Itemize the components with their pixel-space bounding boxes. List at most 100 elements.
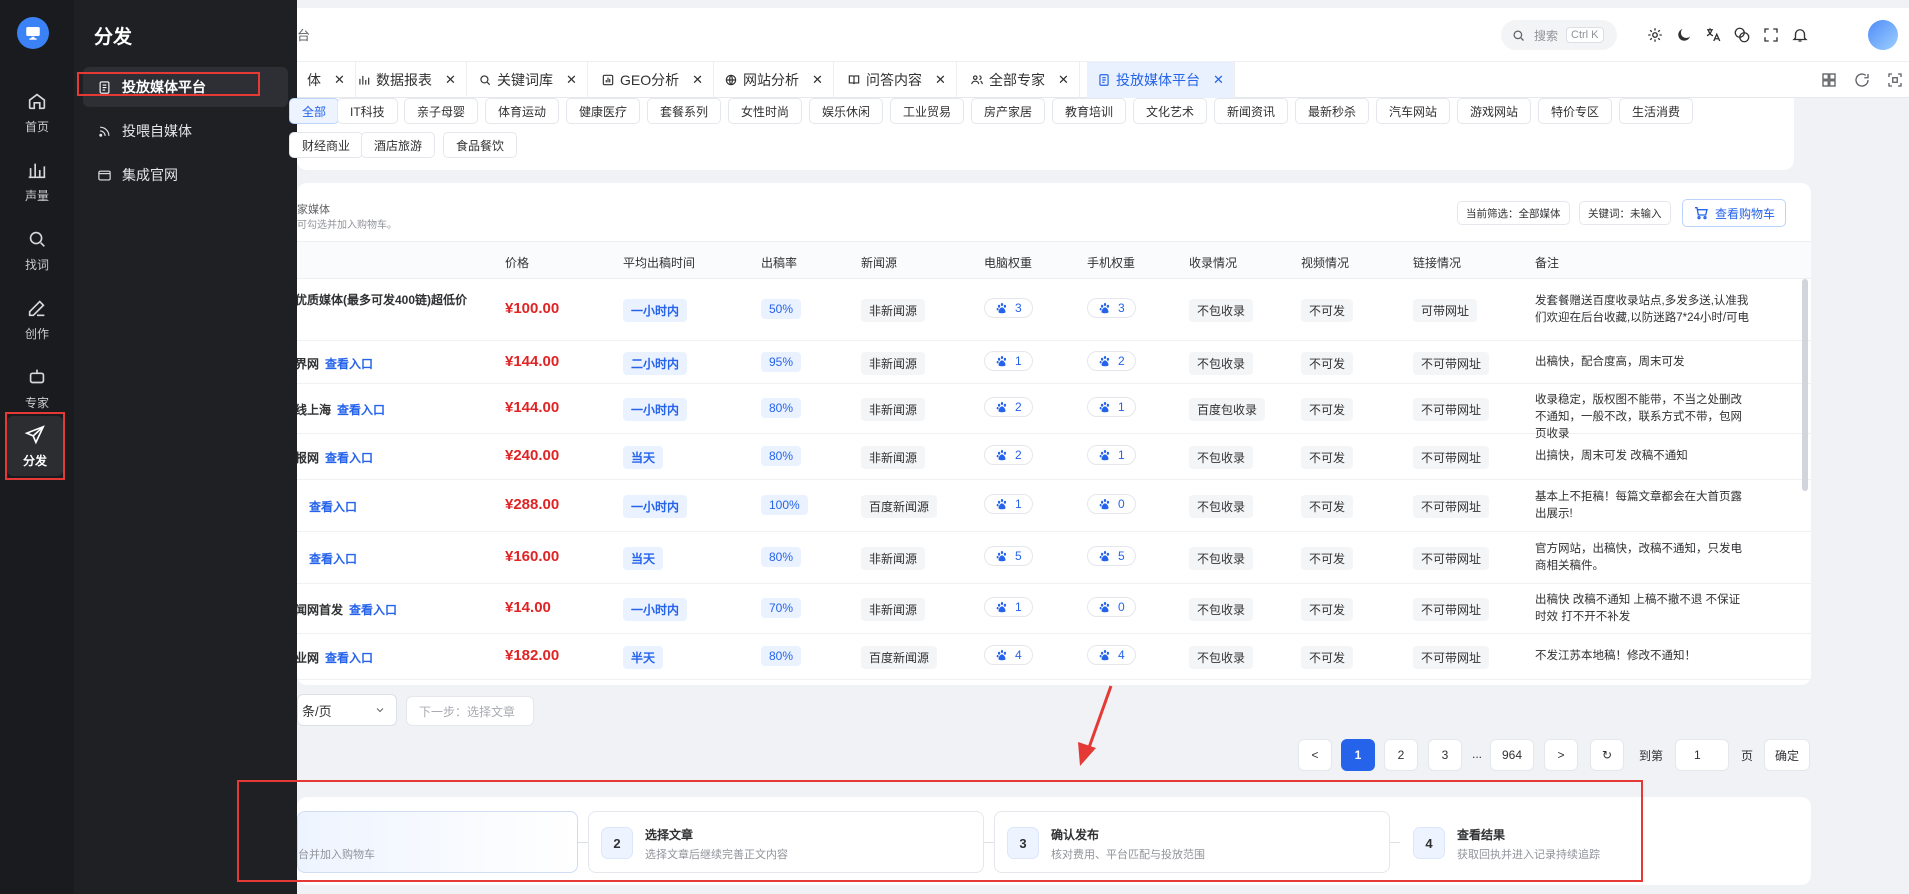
view-cart-button[interactable]: 查看购物车 (1682, 199, 1787, 227)
pc-weight-cell: 2 (984, 445, 1033, 465)
category-chip[interactable]: 全部 (289, 98, 340, 124)
page-button[interactable]: 964 (1490, 739, 1534, 771)
price-cell: ¥100.00 (505, 300, 559, 317)
category-chip[interactable]: 游戏网站 (1457, 98, 1532, 124)
rail-item-experts[interactable]: 专家 (0, 358, 74, 418)
page-button[interactable]: 3 (1428, 739, 1462, 771)
note-text: 出稿快 改稿不通知 上稿不撤不退 不保证时效 打不开不补发 (1535, 594, 1741, 623)
category-chip[interactable]: 文化艺术 (1133, 98, 1208, 124)
sub-item-self-media[interactable]: 投喂自媒体 (83, 111, 288, 151)
current-filter-tag: 当前筛选：全部媒体 (1457, 201, 1570, 225)
category-chip[interactable]: 财经商业 (289, 132, 364, 158)
category-chip[interactable]: 健康医疗 (566, 98, 641, 124)
publish-time-badge: 二小时内 (623, 351, 688, 375)
goto-page-input[interactable]: 1 (1675, 739, 1729, 771)
time-cell: 半天 (623, 646, 664, 669)
view-entry-link[interactable]: 查看入口 (349, 603, 397, 617)
next-page-button[interactable]: > (1544, 739, 1578, 771)
page-title: 台 (297, 28, 311, 43)
rail-item-create[interactable]: 创作 (0, 289, 74, 349)
tab-site-analysis[interactable]: 网站分析 ✕ (714, 62, 834, 98)
price-cell: ¥240.00 (505, 447, 559, 464)
media-name-cell: 查看入口 (303, 498, 357, 515)
sub-item-official-site[interactable]: 集成官网 (83, 155, 288, 195)
rate-cell: 70% (761, 598, 802, 618)
view-entry-link[interactable]: 查看入口 (325, 451, 373, 465)
price-cell: ¥288.00 (505, 496, 559, 513)
category-chip[interactable]: 体育运动 (485, 98, 560, 124)
next-step-button[interactable]: 下一步：选择文章 (406, 696, 534, 726)
page-button[interactable]: 2 (1384, 739, 1418, 771)
category-chip[interactable]: 食品餐饮 (443, 132, 518, 158)
close-icon[interactable]: ✕ (1213, 72, 1224, 88)
category-chip[interactable]: 最新秒杀 (1295, 98, 1370, 124)
close-icon[interactable]: ✕ (566, 72, 577, 88)
table-scrollbar[interactable] (1802, 279, 1808, 491)
note-cell: 官方网站，出稿快，改稿不通知，只发电商相关稿件。 (1535, 541, 1750, 575)
app-logo[interactable] (17, 17, 49, 49)
global-search[interactable]: 搜索 Ctrl K (1501, 20, 1617, 50)
category-chip[interactable]: 工业贸易 (890, 98, 965, 124)
category-chip[interactable]: IT科技 (337, 98, 398, 124)
table-subtitle: 可勾选并加入购物车。 (297, 220, 397, 231)
close-icon[interactable]: ✕ (935, 72, 946, 88)
media-name: 闻网首发 (297, 603, 344, 617)
tab-geo-analysis[interactable]: GEO分析 ✕ (591, 62, 715, 98)
view-entry-link[interactable]: 查看入口 (325, 651, 373, 665)
close-icon[interactable]: ✕ (445, 72, 456, 88)
tab-data-report[interactable]: 数据报表 ✕ (347, 62, 467, 98)
view-entry-link[interactable]: 查看入口 (309, 552, 357, 566)
category-chip[interactable]: 亲子母婴 (404, 98, 479, 124)
view-entry-link[interactable]: 查看入口 (337, 403, 385, 417)
category-chip[interactable]: 教育培训 (1052, 98, 1127, 124)
rail-item-volume[interactable]: 声量 (0, 151, 74, 211)
category-chip[interactable]: 生活消费 (1619, 98, 1694, 124)
category-chip[interactable]: 汽车网站 (1376, 98, 1451, 124)
search-placeholder: 搜索 (1534, 28, 1559, 43)
category-chip[interactable]: 新闻资讯 (1214, 98, 1289, 124)
view-entry-link[interactable]: 查看入口 (309, 500, 357, 514)
category-chip[interactable]: 女性时尚 (728, 98, 803, 124)
rail-item-find-words[interactable]: 找词 (0, 220, 74, 280)
close-icon[interactable]: ✕ (334, 72, 345, 88)
baidu-paw-icon (996, 601, 1007, 613)
grid-icon[interactable] (1820, 71, 1838, 89)
category-chip[interactable]: 套餐系列 (647, 98, 722, 124)
category-chip[interactable]: 酒店旅游 (361, 132, 436, 158)
translate-icon[interactable] (1704, 26, 1722, 44)
close-icon[interactable]: ✕ (1058, 72, 1069, 88)
tab-qa-content[interactable]: 问答内容 ✕ (837, 62, 957, 98)
sub-item-label: 集成官网 (122, 167, 178, 183)
close-icon[interactable]: ✕ (812, 72, 823, 88)
tab-all-experts[interactable]: 全部专家 ✕ (960, 62, 1080, 98)
pc-weight-cell: 4 (984, 645, 1033, 665)
category-chip[interactable]: 娱乐休闲 (809, 98, 884, 124)
media-name: 优质媒体(最多可发400链)超低价 (297, 293, 468, 307)
language-icon[interactable] (1733, 26, 1751, 44)
refresh-page-button[interactable]: ↻ (1590, 739, 1624, 771)
keyword-filter-tag: 关键词：未输入 (1579, 201, 1671, 225)
notification-bell-icon[interactable] (1791, 26, 1809, 44)
settings-icon[interactable] (1646, 26, 1664, 44)
source-cell: 非新闻源 (861, 598, 926, 621)
page-size-select[interactable]: 条/页 (297, 694, 397, 726)
dark-mode-icon[interactable] (1675, 26, 1693, 44)
screenshot-icon[interactable] (1886, 71, 1904, 89)
index-badge: 百度包收录 (1189, 398, 1266, 421)
fullscreen-icon[interactable] (1762, 26, 1780, 44)
refresh-icon[interactable] (1853, 71, 1871, 89)
highlight-box-rail (5, 412, 65, 480)
price-cell: ¥14.00 (505, 599, 551, 616)
globe-icon (725, 74, 737, 86)
close-icon[interactable]: ✕ (692, 72, 703, 88)
prev-page-button[interactable]: < (1298, 739, 1332, 771)
view-entry-link[interactable]: 查看入口 (325, 357, 373, 371)
category-chip[interactable]: 房产家居 (971, 98, 1046, 124)
tab-keyword-library[interactable]: 关键词库 ✕ (468, 62, 588, 98)
goto-confirm-button[interactable]: 确定 (1764, 739, 1810, 771)
category-chip[interactable]: 特价专区 (1538, 98, 1613, 124)
page-button[interactable]: 1 (1341, 739, 1375, 771)
tab-media-platform[interactable]: 投放媒体平台 ✕ (1087, 62, 1235, 98)
user-avatar[interactable] (1868, 20, 1898, 50)
rail-item-home[interactable]: 首页 (0, 82, 74, 142)
